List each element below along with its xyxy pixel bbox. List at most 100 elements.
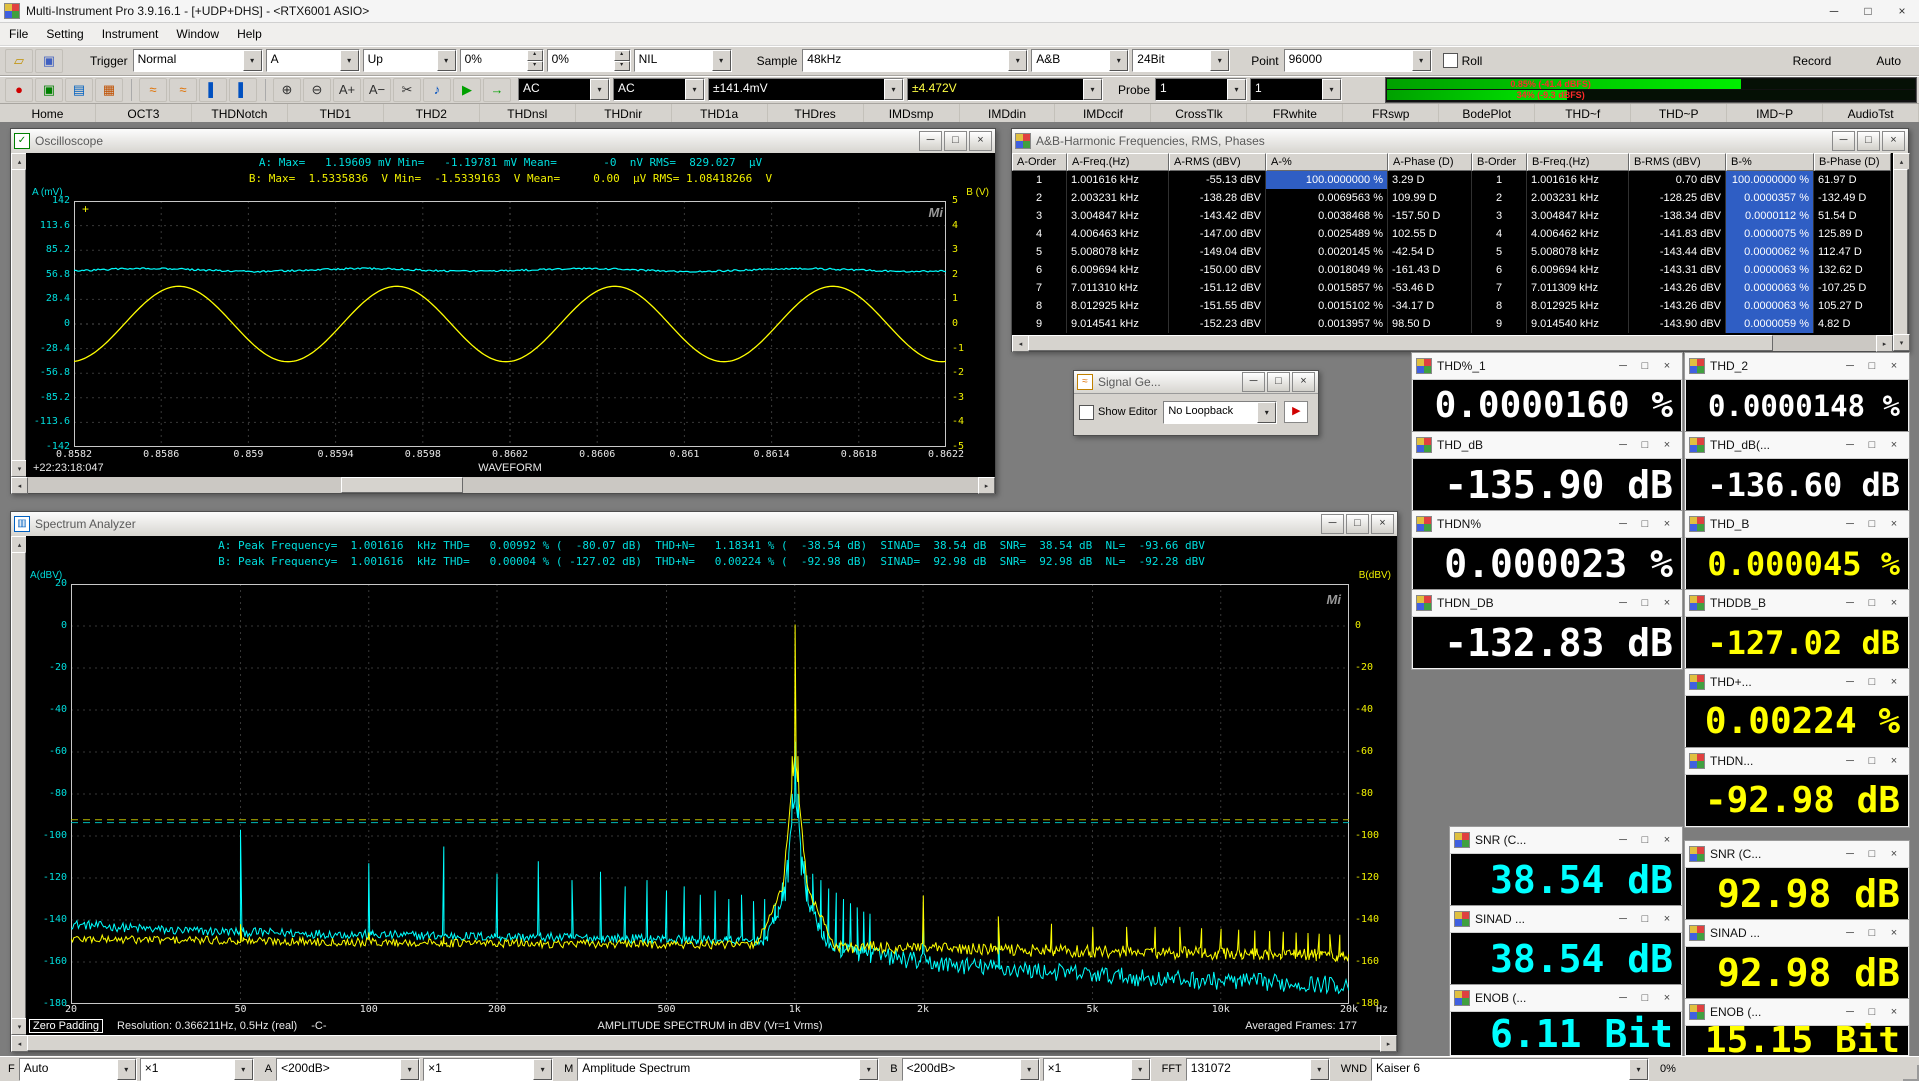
table-cell[interactable]: 3.004847 kHz [1527, 207, 1629, 225]
minimize-button[interactable]: ─ [1612, 360, 1634, 372]
minimize-button[interactable]: ─ [1839, 1006, 1861, 1018]
table-cell[interactable]: -55.13 dBV [1169, 171, 1266, 189]
minimize-button[interactable]: ─ [1612, 834, 1634, 846]
close-button[interactable]: × [1656, 913, 1678, 925]
signal-generator-a-icon[interactable]: ≈ [139, 78, 167, 102]
minimize-button[interactable]: ─ [1612, 913, 1634, 925]
dropdown-arrow-icon[interactable]: ▾ [243, 50, 262, 71]
multimeter-icon[interactable]: ▦ [95, 78, 123, 102]
meter-titlebar[interactable]: THD%_1─□× [1412, 353, 1682, 380]
probe-b-select[interactable]: 1 ▾ [1250, 78, 1342, 101]
dropdown-arrow-icon[interactable]: ▾ [1008, 50, 1027, 71]
table-cell[interactable]: 0.0015102 % [1266, 297, 1388, 315]
minimize-button[interactable]: ─ [1242, 372, 1265, 392]
spin-up-icon[interactable]: ▴ [614, 50, 630, 61]
close-button[interactable]: × [1656, 360, 1678, 372]
meter-titlebar[interactable]: THD_B─□× [1685, 511, 1909, 538]
range-a-select[interactable]: ±141.4mV ▾ [708, 78, 904, 101]
table-cell[interactable]: -151.55 dBV [1169, 297, 1266, 315]
scale-down-icon[interactable]: A− [363, 78, 391, 102]
level-meter-b-icon[interactable]: ▌ [229, 78, 257, 102]
spectrum-titlebar[interactable]: ▥ Spectrum Analyzer ─ □ × [11, 512, 1397, 537]
table-cell[interactable]: -138.28 dBV [1169, 189, 1266, 207]
table-row[interactable]: 33.004847 kHz-143.42 dBV0.0038468 %-157.… [1012, 207, 1893, 225]
table-cell[interactable]: -53.46 D [1388, 279, 1472, 297]
maximize-button[interactable]: □ [1634, 913, 1656, 925]
dropdown-arrow-icon[interactable]: ▾ [590, 79, 609, 100]
column-header[interactable]: B-% [1726, 153, 1814, 171]
meter-titlebar[interactable]: THD+...─□× [1685, 669, 1909, 696]
app-maximize-button[interactable]: □ [1851, 4, 1885, 18]
table-cell[interactable]: -42.54 D [1388, 243, 1472, 261]
column-header[interactable]: B-RMS (dBV) [1629, 153, 1726, 171]
close-button[interactable]: × [1656, 834, 1678, 846]
table-row[interactable]: 99.014541 kHz-152.23 dBV0.0013957 %98.50… [1012, 315, 1893, 333]
maximize-button[interactable]: □ [1634, 439, 1656, 451]
table-cell[interactable]: -149.04 dBV [1169, 243, 1266, 261]
spin-up-icon[interactable]: ▴ [527, 50, 543, 61]
meter-titlebar[interactable]: SINAD ...─□× [1450, 906, 1682, 933]
trigger-level-spinner[interactable]: 0% ▴ ▾ [460, 49, 544, 72]
play-icon[interactable]: ▶ [453, 78, 481, 102]
meter-titlebar[interactable]: SINAD ...─□× [1685, 920, 1909, 947]
range-b-select[interactable]: ±4.472V ▾ [907, 78, 1103, 101]
scroll-right-icon[interactable]: ▸ [978, 477, 995, 494]
table-cell[interactable]: 8 [1012, 297, 1067, 315]
table-cell[interactable]: 3 [1472, 207, 1527, 225]
close-button[interactable]: × [1883, 439, 1905, 451]
table-cell[interactable]: 7.011309 kHz [1527, 279, 1629, 297]
maximize-button[interactable]: □ [1634, 834, 1656, 846]
meter-titlebar[interactable]: THD_dB─□× [1412, 432, 1682, 459]
minimize-button[interactable]: ─ [1839, 518, 1861, 530]
table-cell[interactable]: 5 [1472, 243, 1527, 261]
run-icon[interactable]: → [483, 78, 511, 102]
trigger-source-select[interactable]: A ▾ [266, 49, 360, 72]
maximize-button[interactable]: □ [1861, 927, 1883, 939]
dropdown-arrow-icon[interactable]: ▾ [1629, 1059, 1648, 1080]
table-cell[interactable]: 0.0000063 % [1726, 261, 1814, 279]
roll-checkbox[interactable] [1443, 53, 1458, 68]
scope-plot-canvas[interactable]: + [74, 201, 946, 447]
table-cell[interactable]: -141.83 dBV [1629, 225, 1726, 243]
column-header[interactable]: B-Freq.(Hz) [1527, 153, 1629, 171]
oscilloscope-titlebar[interactable]: ✓ Oscilloscope ─ □ × [11, 129, 995, 154]
table-cell[interactable]: -128.25 dBV [1629, 189, 1726, 207]
maximize-button[interactable]: □ [1634, 518, 1656, 530]
table-cell[interactable]: 109.99 D [1388, 189, 1472, 207]
spectrum-plot-canvas[interactable] [71, 584, 1349, 1004]
menu-help[interactable]: Help [228, 23, 271, 45]
column-header[interactable]: A-Phase (D) [1388, 153, 1472, 171]
table-cell[interactable]: 125.89 D [1814, 225, 1891, 243]
show-editor-checkbox[interactable] [1079, 405, 1094, 420]
scrollbar-thumb[interactable] [11, 169, 26, 461]
table-cell[interactable]: 105.27 D [1814, 297, 1891, 315]
frequency-zoom-select[interactable]: ×1 ▾ [140, 1058, 254, 1081]
record-length-select[interactable]: 96000 ▾ [1284, 49, 1432, 72]
dropdown-arrow-icon[interactable]: ▾ [1227, 79, 1246, 100]
table-cell[interactable]: -157.50 D [1388, 207, 1472, 225]
scroll-left-icon[interactable]: ◂ [11, 477, 28, 494]
zoom-in-icon[interactable]: ⊕ [273, 78, 301, 102]
minimize-button[interactable]: ─ [1839, 597, 1861, 609]
minimize-button[interactable]: ─ [1612, 439, 1634, 451]
table-cell[interactable]: 2 [1472, 189, 1527, 207]
meter-titlebar[interactable]: SNR (C...─□× [1685, 841, 1909, 868]
table-cell[interactable]: 4.006463 kHz [1067, 225, 1169, 243]
table-cell[interactable]: 100.0000000 % [1266, 171, 1388, 189]
close-button[interactable]: × [969, 131, 992, 151]
close-button[interactable]: × [1656, 992, 1678, 1004]
table-cell[interactable]: -34.17 D [1388, 297, 1472, 315]
app-title-bar[interactable]: Multi-Instrument Pro 3.9.16.1 - [+UDP+DH… [0, 0, 1919, 23]
close-button[interactable]: × [1883, 597, 1905, 609]
trigger-edge-select[interactable]: Up ▾ [363, 49, 457, 72]
menu-window[interactable]: Window [167, 23, 228, 45]
column-header[interactable]: B-Order [1472, 153, 1527, 171]
table-cell[interactable]: 6.009694 kHz [1067, 261, 1169, 279]
maximize-button[interactable]: □ [1634, 597, 1656, 609]
table-cell[interactable]: 2.003231 kHz [1067, 189, 1169, 207]
meter-titlebar[interactable]: THDN%─□× [1412, 511, 1682, 538]
table-cell[interactable]: 61.97 D [1814, 171, 1891, 189]
table-cell[interactable]: 8 [1472, 297, 1527, 315]
sound-icon[interactable]: ♪ [423, 78, 451, 102]
table-cell[interactable]: 4.82 D [1814, 315, 1891, 333]
